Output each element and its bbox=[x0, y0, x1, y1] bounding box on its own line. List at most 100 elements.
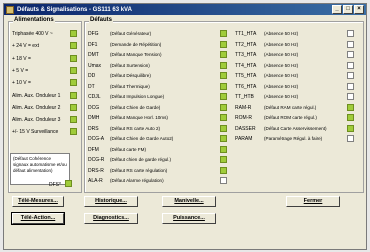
defaut-code: TT1_HTA bbox=[235, 31, 257, 37]
alimentation-label: Alim. Aux. Onduleur 1 bbox=[12, 92, 61, 99]
alimentation-indicator bbox=[70, 30, 77, 37]
defaut-description: (Défaut Surtension) bbox=[110, 62, 150, 68]
alimentation-indicator bbox=[70, 66, 77, 74]
defaut-code: DRS bbox=[88, 125, 99, 132]
alimentation-label: + 18 V = bbox=[12, 55, 31, 62]
alimentation-indicator bbox=[70, 54, 77, 62]
alimentation-indicator bbox=[70, 91, 77, 99]
defaut-description: (Défaut Alarme régulation) bbox=[110, 178, 164, 183]
defaut-indicator bbox=[220, 40, 227, 48]
puissance-button[interactable]: Puissance... bbox=[162, 213, 216, 224]
defaut-indicator bbox=[220, 72, 227, 79]
defaut-indicator bbox=[220, 135, 227, 142]
alimentation-label: + 10 V = bbox=[12, 80, 31, 87]
alimentation-label: + 24 V = ext bbox=[12, 43, 39, 50]
defaut-indicator bbox=[347, 30, 354, 37]
defaut-description: (Défaut Désquilibre) bbox=[110, 73, 151, 78]
defaut-description: (Défaut Chien de Garde) bbox=[110, 104, 161, 110]
defaut-code: RAM-R bbox=[235, 104, 252, 111]
defaut-indicator bbox=[347, 72, 354, 79]
defaut-indicator bbox=[220, 145, 227, 153]
maximize-icon[interactable]: □ bbox=[343, 5, 353, 14]
defaut-code: ALA-R bbox=[88, 178, 103, 184]
defaut-description: (Défaut Manque Tension) bbox=[110, 52, 162, 57]
defauts-title: Défauts bbox=[89, 17, 114, 23]
tele-action-button[interactable]: Télé-Action... bbox=[11, 212, 65, 225]
defaut-indicator bbox=[347, 114, 354, 121]
defaut-code: TT4_HTA bbox=[235, 62, 257, 69]
defaut-indicator bbox=[220, 177, 227, 184]
defaut-description: (Défaut Manque Horl. 10ms) bbox=[110, 115, 168, 120]
defaut-code: CDJL bbox=[88, 94, 101, 100]
defaut-code: ROM-R bbox=[235, 115, 252, 121]
defaut-indicator bbox=[347, 51, 354, 58]
historique-button[interactable]: Historique... bbox=[84, 196, 138, 207]
defaut-code: Umax bbox=[88, 62, 102, 69]
defaut-indicator bbox=[347, 40, 354, 48]
defaut-indicator bbox=[347, 135, 354, 142]
fermer-button[interactable]: Fermer bbox=[286, 196, 340, 207]
alimentation-indicator bbox=[70, 103, 77, 111]
defaut-code: DRS-R bbox=[88, 167, 104, 174]
diagnostics-button[interactable]: Diagnostics... bbox=[84, 213, 138, 224]
defaut-description: (Absence 50 Hz) bbox=[264, 94, 299, 99]
alimentation-indicator bbox=[70, 116, 77, 124]
defaut-code: TT5_HTA bbox=[235, 73, 257, 79]
defaut-indicator bbox=[220, 156, 227, 163]
defaut-code: TT3_HTA bbox=[235, 52, 257, 58]
alimentation-label: Alim. Aux. Onduleur 3 bbox=[12, 117, 61, 124]
defaut-code: DFM bbox=[88, 146, 99, 153]
defaut-code: DD bbox=[88, 73, 96, 79]
defaut-description: (Défaut RAM carte régul.) bbox=[264, 104, 317, 110]
defaut-description: (Défaut RS carte régulation) bbox=[110, 167, 168, 173]
defaut-indicator bbox=[220, 30, 227, 37]
defaut-description: (Défaut ROM carte régul.) bbox=[264, 115, 317, 120]
alimentation-label: + 5 V = bbox=[12, 67, 29, 74]
defaut-description: (Défaut carte FM) bbox=[110, 146, 146, 152]
defaut-code: PARAM bbox=[235, 136, 253, 142]
minimize-icon[interactable]: _ bbox=[332, 5, 342, 14]
defaut-description: (Paramétrage Régul. à faire) bbox=[264, 136, 323, 141]
defaut-code: DT bbox=[88, 83, 95, 90]
defaut-description: (Demande de Répétition) bbox=[110, 41, 162, 47]
defaut-description: (Défaut Impulsion Longue) bbox=[110, 94, 165, 99]
defaut-indicator bbox=[220, 124, 227, 132]
defaut-indicator bbox=[220, 93, 227, 100]
dfs-label: DFS* bbox=[49, 182, 61, 188]
defaut-indicator bbox=[220, 114, 227, 121]
defaut-code: DFG bbox=[88, 31, 99, 37]
defaut-description: (Défaut Générateur) bbox=[110, 31, 152, 36]
app-icon bbox=[6, 5, 14, 14]
defaut-indicator bbox=[347, 124, 354, 132]
defaut-indicator bbox=[220, 166, 227, 174]
manivelle-button[interactable]: Manivelle... bbox=[162, 196, 216, 207]
defaut-description: (Absence 50 Hz) bbox=[264, 41, 299, 47]
defaut-description: (Défaut Thermique) bbox=[110, 83, 150, 89]
defaut-indicator bbox=[220, 61, 227, 69]
defaut-code: TT_HTB bbox=[235, 94, 254, 100]
defaut-code: DMT bbox=[88, 52, 99, 58]
alimentation-label: Triphasée 400 V ~ bbox=[12, 31, 53, 37]
defaut-indicator bbox=[220, 103, 227, 111]
alimentation-indicator bbox=[70, 42, 77, 50]
close-icon[interactable]: × bbox=[354, 5, 364, 14]
defaut-code: DASSER bbox=[235, 125, 256, 132]
alimentation-indicator bbox=[70, 79, 77, 87]
title-bar[interactable]: Défauts & Signalisations - GS111 63 kVA … bbox=[4, 4, 366, 15]
alimentation-label: Alim. Aux. Onduleur 2 bbox=[12, 104, 61, 111]
defaut-indicator bbox=[347, 93, 354, 100]
defaut-code: DMH bbox=[88, 115, 100, 121]
defaut-code: DCG-A bbox=[88, 136, 105, 142]
defaut-description: (Défaut RS carte Auto 2) bbox=[110, 125, 161, 131]
main-window: Défauts & Signalisations - GS111 63 kVA … bbox=[3, 3, 367, 250]
defaut-indicator bbox=[220, 51, 227, 58]
defaut-description: (Absence 50 Hz) bbox=[264, 31, 299, 36]
defaut-description: (Absence 50 Hz) bbox=[264, 73, 299, 78]
defaut-code: DCG bbox=[88, 104, 100, 111]
defaut-description: (Absence 50 Hz) bbox=[264, 83, 299, 89]
dfs-indicator bbox=[65, 180, 72, 187]
defaut-indicator bbox=[347, 61, 354, 69]
tele-mesures-button[interactable]: Télé-Mesures... bbox=[12, 196, 64, 207]
defaut-code: DF1 bbox=[88, 41, 98, 48]
defaut-description: (Absence 50 Hz) bbox=[264, 62, 299, 68]
